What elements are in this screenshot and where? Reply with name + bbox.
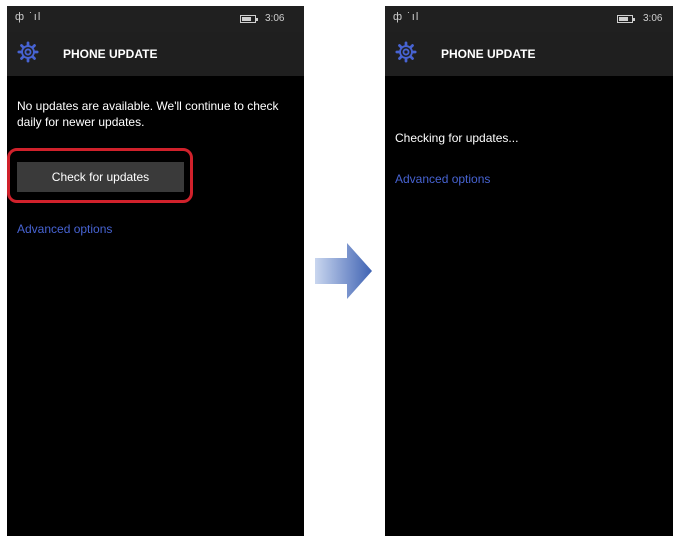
advanced-options-link[interactable]: Advanced options: [17, 222, 112, 236]
clock: 3:06: [265, 13, 285, 24]
page-title: PHONE UPDATE: [63, 47, 158, 61]
page-header: PHONE UPDATE: [385, 32, 673, 76]
checking-status-text: Checking for updates...: [395, 131, 519, 145]
gear-icon: [17, 41, 39, 63]
gear-icon: [395, 41, 417, 63]
check-for-updates-button[interactable]: Check for updates: [17, 162, 184, 192]
no-updates-message: No updates are available. We'll continue…: [17, 99, 279, 129]
battery-icon: [617, 15, 635, 23]
page-header: PHONE UPDATE: [7, 32, 304, 76]
status-bar: ф ˙ıl 3:06: [385, 6, 673, 32]
signal-indicator: ф ˙ıl: [393, 11, 420, 23]
page-title: PHONE UPDATE: [441, 47, 536, 61]
signal-indicator: ф ˙ıl: [15, 11, 42, 23]
phone-screen-before: ф ˙ıl 3:06 PHONE UPDATE No updates are a…: [7, 6, 304, 536]
advanced-options-link[interactable]: Advanced options: [395, 172, 490, 186]
phone-screen-after: ф ˙ıl 3:06 PHONE UPDATE Checking for upd…: [385, 6, 673, 536]
battery-icon: [240, 15, 258, 23]
status-bar: ф ˙ıl 3:06: [7, 6, 304, 32]
clock: 3:06: [643, 13, 663, 24]
arrow-right-icon: [315, 243, 372, 299]
